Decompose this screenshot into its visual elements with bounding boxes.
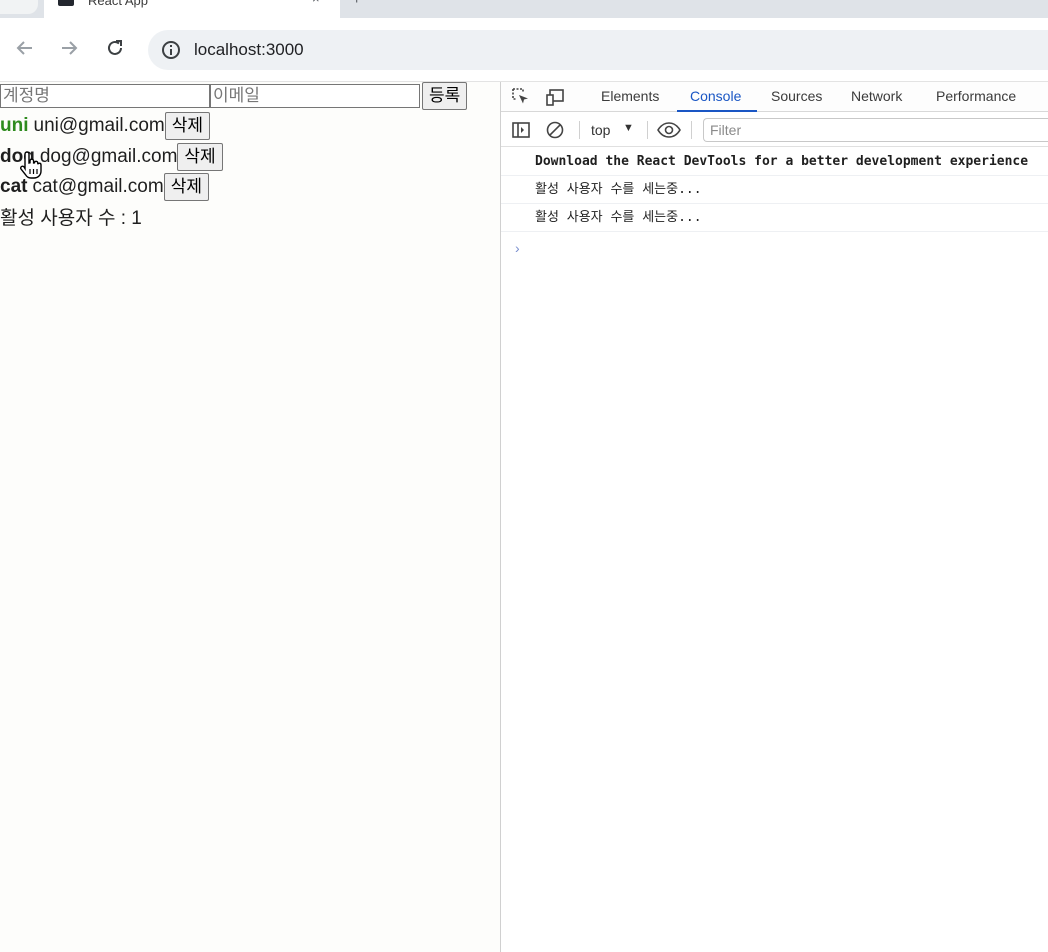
register-button[interactable]: 등록	[422, 82, 468, 110]
tab-title: React App	[88, 0, 148, 8]
arrow-left-icon	[16, 41, 32, 55]
tab-close-icon[interactable]: ×	[312, 0, 320, 6]
delete-button[interactable]: 삭제	[177, 143, 223, 171]
tab-console[interactable]: Console	[690, 88, 741, 104]
username-input[interactable]	[0, 84, 210, 108]
address-bar[interactable]: localhost:3000	[148, 30, 1048, 70]
user-name[interactable]: uni	[0, 115, 29, 137]
clear-console-icon[interactable]	[545, 120, 565, 140]
console-messages: Download the React DevTools for a better…	[501, 148, 1048, 232]
filter-placeholder: Filter	[710, 122, 742, 138]
page-viewport: 등록 uni uni@gmail.com 삭제 dog dog@gmail.co…	[0, 82, 500, 952]
devtools-tab-bar: Elements Console Sources Network Perform…	[501, 82, 1048, 112]
console-filter-bar: top ▼ Filter	[501, 113, 1048, 147]
toolbar-separator	[691, 121, 692, 139]
tab-sources[interactable]: Sources	[771, 88, 822, 104]
email-input[interactable]	[210, 84, 420, 108]
reload-button[interactable]	[100, 33, 130, 63]
console-filter-input[interactable]: Filter	[703, 118, 1048, 142]
inspect-element-icon[interactable]	[511, 87, 531, 107]
context-selector[interactable]: top	[591, 122, 610, 138]
delete-button[interactable]: 삭제	[164, 112, 210, 140]
hand-pointer-cursor-icon	[20, 151, 42, 179]
create-user-form: 등록	[0, 82, 468, 110]
console-prompt-chevron-icon[interactable]: ›	[515, 240, 520, 256]
active-tab-indicator	[677, 110, 757, 112]
eye-icon[interactable]	[657, 120, 681, 140]
new-tab-button[interactable]: +	[352, 0, 361, 9]
user-row: uni uni@gmail.com 삭제	[0, 111, 210, 141]
device-toolbar-icon[interactable]	[545, 87, 565, 107]
active-user-count: 활성 사용자 수 : 1	[0, 208, 142, 229]
tab-react-app[interactable]: React App ×	[44, 0, 340, 18]
console-message: 활성 사용자 수를 세는중...	[501, 176, 1048, 204]
react-favicon-icon	[58, 0, 74, 6]
user-email: dog@gmail.com	[39, 146, 178, 167]
delete-button[interactable]: 삭제	[163, 173, 209, 201]
console-message: Download the React DevTools for a better…	[501, 148, 1048, 176]
reload-icon	[108, 40, 122, 55]
user-email: cat@gmail.com	[32, 176, 164, 197]
site-info-icon[interactable]	[162, 41, 180, 59]
devtools-panel: Elements Console Sources Network Perform…	[500, 82, 1048, 952]
tab-strip: React App × +	[0, 0, 1048, 18]
arrow-right-icon	[62, 41, 78, 55]
toolbar-separator	[647, 121, 648, 139]
browser-toolbar: localhost:3000	[0, 18, 1048, 82]
previous-tab[interactable]	[0, 0, 38, 14]
toolbar-separator	[579, 121, 580, 139]
chevron-down-icon[interactable]: ▼	[623, 122, 634, 134]
back-button[interactable]	[10, 33, 40, 63]
tab-network[interactable]: Network	[851, 88, 902, 104]
console-message: 활성 사용자 수를 세는중...	[501, 204, 1048, 232]
sidebar-toggle-icon[interactable]	[511, 120, 531, 140]
user-email: uni@gmail.com	[33, 115, 165, 136]
url-text[interactable]: localhost:3000	[194, 40, 304, 60]
forward-button[interactable]	[54, 33, 84, 63]
tab-performance[interactable]: Performance	[936, 88, 1016, 104]
tab-elements[interactable]: Elements	[601, 88, 659, 104]
